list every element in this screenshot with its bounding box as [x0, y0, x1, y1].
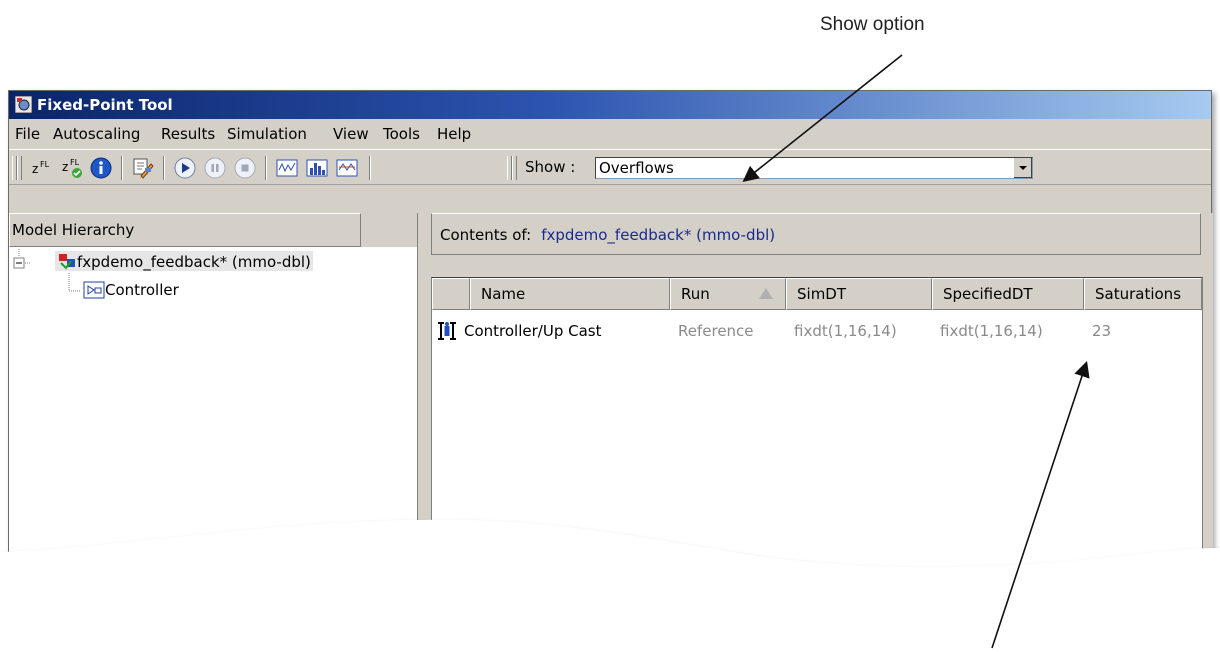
show-option-arrow: [742, 54, 903, 182]
saturations-arrow: [991, 360, 1090, 649]
annotation-arrows: [742, 54, 1090, 649]
